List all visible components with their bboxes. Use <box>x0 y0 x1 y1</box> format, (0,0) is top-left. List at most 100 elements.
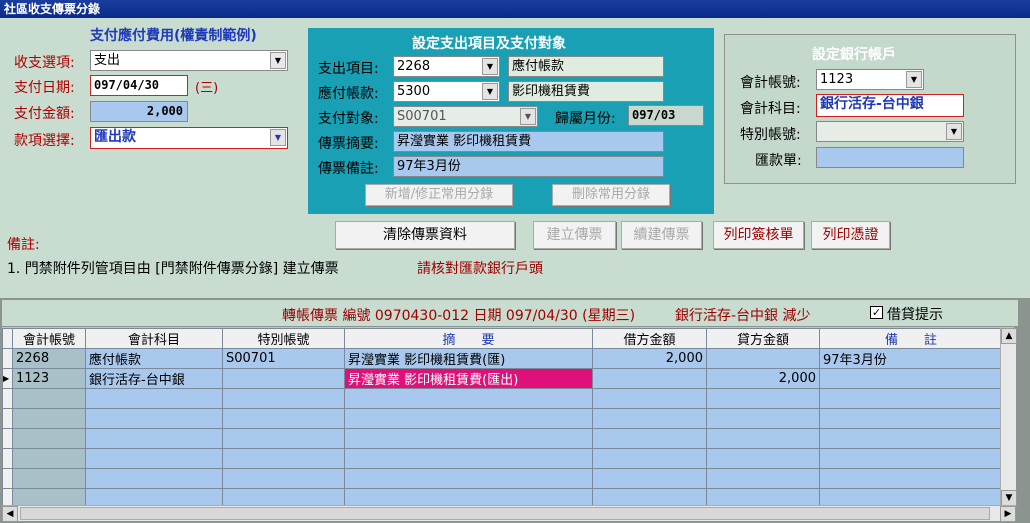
debit-credit-checkbox[interactable]: ✓ <box>870 306 883 319</box>
print-voucher-button[interactable]: 列印憑證 <box>811 221 890 249</box>
cell-summary-selected[interactable]: 昇瀅實業 影印機租賃費(匯出) <box>344 368 593 389</box>
account-no-value: 1123 <box>820 72 854 87</box>
column-header[interactable]: 借方金額 <box>592 328 707 349</box>
left-heading: 支付應付費用(權責制範例) <box>90 28 257 44</box>
create-voucher-button[interactable]: 建立傳票 <box>533 221 616 249</box>
special-account-label: 特別帳號: <box>740 127 801 143</box>
table-row[interactable] <box>2 408 1003 429</box>
weekday-label: (三) <box>195 81 219 96</box>
vertical-scrollbar[interactable]: ▲ ▼ <box>1000 328 1017 506</box>
item-code-select[interactable]: 2268 ▼ <box>393 56 500 77</box>
column-header[interactable]: 備 註 <box>819 328 1003 349</box>
remit-field[interactable] <box>816 147 964 168</box>
summary-field[interactable]: 昇瀅實業 影印機租賃費 <box>393 131 664 152</box>
payee-select[interactable]: S00701 ▼ <box>393 106 538 127</box>
column-header[interactable]: 貸方金額 <box>706 328 820 349</box>
amount-label: 支付金額: <box>14 106 75 122</box>
notes-line-1: 1. 門禁附件列管項目由 [門禁附件傳票分錄] 建立傳票 <box>7 261 339 277</box>
column-header[interactable]: 摘 要 <box>344 328 593 349</box>
scroll-down-icon[interactable]: ▼ <box>1001 490 1017 506</box>
payable-code-select[interactable]: 5300 ▼ <box>393 81 500 102</box>
scroll-thumb[interactable] <box>20 507 990 520</box>
chevron-down-icon[interactable]: ▼ <box>906 71 922 88</box>
remit-warning: 請核對匯款銀行戶頭 <box>417 261 543 277</box>
voucher-grid: 會計帳號 會計科目 特別帳號 摘 要 借方金額 貸方金額 備 註 2268 應付… <box>2 328 1003 509</box>
chevron-down-icon[interactable]: ▼ <box>946 123 962 140</box>
special-account-select[interactable]: ▼ <box>816 121 964 142</box>
debit-credit-label: 借貸提示 <box>887 307 943 323</box>
right-heading: 設定銀行帳戶 <box>812 47 896 63</box>
cell-summary[interactable]: 昇瀅實業 影印機租賃費(匯) <box>344 348 593 369</box>
account-name-label: 會計科目: <box>740 101 801 117</box>
account-name-field: 銀行活存-台中銀 <box>816 94 964 117</box>
horizontal-scrollbar[interactable]: ◀ ▶ <box>2 505 1016 522</box>
chevron-down-icon[interactable]: ▼ <box>482 58 498 75</box>
note-label: 傳票備註: <box>318 161 379 177</box>
cell-account-name[interactable]: 銀行活存-台中銀 <box>85 368 223 389</box>
column-header[interactable]: 會計帳號 <box>12 328 86 349</box>
account-no-select[interactable]: 1123 ▼ <box>816 69 924 90</box>
scroll-right-icon[interactable]: ▶ <box>1000 506 1016 522</box>
continue-voucher-button[interactable]: 續建傳票 <box>621 221 702 249</box>
table-row[interactable] <box>2 468 1003 489</box>
month-field[interactable]: 097/03 <box>628 105 704 126</box>
voucher-header: 轉帳傳票 編號 0970430-012 日期 097/04/30 (星期三) <box>282 308 636 324</box>
type-label: 收支選項: <box>14 55 75 71</box>
cell-debit[interactable]: 2,000 <box>592 348 707 369</box>
payee-code: S00701 <box>397 109 447 124</box>
cell-credit[interactable]: 2,000 <box>706 368 820 389</box>
chevron-down-icon[interactable]: ▼ <box>520 108 536 125</box>
amount-field[interactable]: 2,000 <box>90 101 188 122</box>
date-field[interactable]: 097/04/30 <box>90 75 188 96</box>
type-select[interactable]: 支出 ▼ <box>90 50 288 71</box>
type-value: 支出 <box>94 53 121 68</box>
account-no-label: 會計帳號: <box>740 75 801 91</box>
method-label: 款項選擇: <box>14 133 75 149</box>
remit-label: 匯款單: <box>755 153 802 169</box>
scroll-left-icon[interactable]: ◀ <box>2 506 18 522</box>
scroll-up-icon[interactable]: ▲ <box>1001 328 1017 344</box>
column-header[interactable]: 會計科目 <box>85 328 223 349</box>
method-select[interactable]: 匯出款 ▼ <box>90 127 288 149</box>
row-selector[interactable] <box>2 348 13 369</box>
table-row[interactable] <box>2 428 1003 449</box>
cell-account-no[interactable]: 2268 <box>12 348 86 369</box>
clear-voucher-button[interactable]: 清除傳票資料 <box>335 221 515 249</box>
month-label: 歸屬月份: <box>555 111 616 127</box>
summary-label: 傳票摘要: <box>318 136 379 152</box>
cell-account-no[interactable]: 1123 <box>12 368 86 389</box>
cell-note[interactable] <box>819 368 1003 389</box>
table-row[interactable]: 2268 應付帳款 S00701 昇瀅實業 影印機租賃費(匯) 2,000 97… <box>2 348 1003 369</box>
payee-label: 支付對象: <box>318 111 379 127</box>
bank-change-text: 銀行活存-台中銀 減少 <box>675 308 811 324</box>
cell-special-account[interactable]: S00701 <box>222 348 345 369</box>
table-row[interactable]: ▶ 1123 銀行活存-台中銀 昇瀅實業 影印機租賃費(匯出) 2,000 <box>2 368 1003 389</box>
item-label: 支出項目: <box>318 61 379 77</box>
row-selector-header <box>2 328 13 349</box>
delete-common-entry-button[interactable]: 刪除常用分錄 <box>552 184 670 206</box>
item-code: 2268 <box>397 59 431 74</box>
notes-label: 備註: <box>7 237 40 253</box>
date-label: 支付日期: <box>14 80 75 96</box>
add-common-entry-button[interactable]: 新增/修正常用分錄 <box>365 184 513 206</box>
note-field[interactable]: 97年3月份 <box>393 156 664 177</box>
method-value: 匯出款 <box>94 129 136 145</box>
current-row-indicator-icon[interactable]: ▶ <box>2 368 13 389</box>
table-row[interactable] <box>2 448 1003 469</box>
chevron-down-icon[interactable]: ▼ <box>270 52 286 69</box>
cell-special-account[interactable] <box>222 368 345 389</box>
print-approval-button[interactable]: 列印簽核單 <box>713 221 804 249</box>
cell-credit[interactable] <box>706 348 820 369</box>
payable-name: 影印機租賃費 <box>508 81 664 102</box>
cell-debit[interactable] <box>592 368 707 389</box>
cell-note[interactable]: 97年3月份 <box>819 348 1003 369</box>
payable-label: 應付帳款: <box>318 86 379 102</box>
payable-code: 5300 <box>397 84 431 99</box>
chevron-down-icon[interactable]: ▼ <box>482 83 498 100</box>
cell-account-name[interactable]: 應付帳款 <box>85 348 223 369</box>
column-header[interactable]: 特別帳號 <box>222 328 345 349</box>
table-row[interactable] <box>2 388 1003 409</box>
middle-heading: 設定支出項目及支付對象 <box>412 36 566 52</box>
item-name: 應付帳款 <box>508 56 664 77</box>
chevron-down-icon[interactable]: ▼ <box>270 129 286 146</box>
